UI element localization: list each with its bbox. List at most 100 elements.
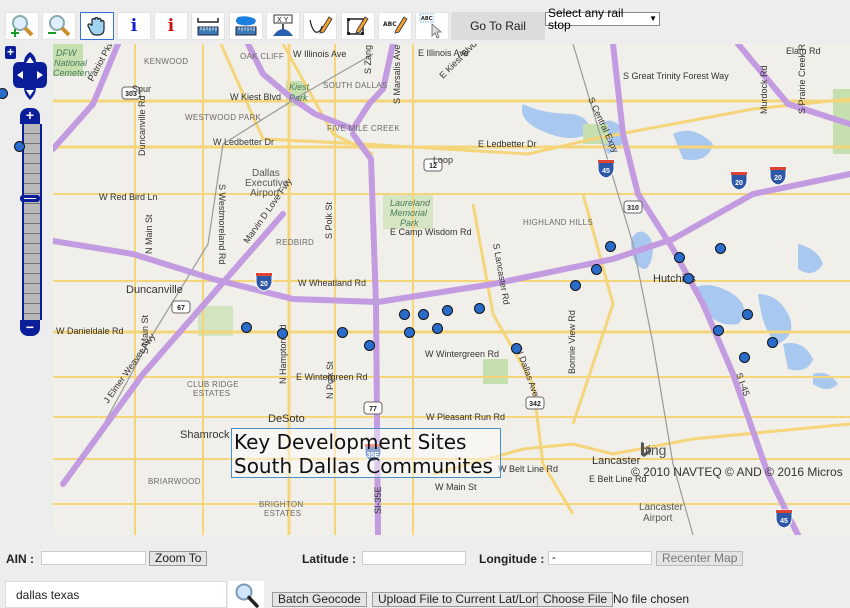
shield-number: 67 [177,305,185,312]
file-status-label: No file chosen [613,592,690,606]
pan-tool[interactable] [80,12,114,40]
batch-geocode-button[interactable]: Batch Geocode [272,592,367,607]
site-marker[interactable] [399,309,410,320]
zoom-to-button[interactable]: Zoom To [149,551,208,566]
shield-number: 45 [780,518,788,525]
street-label: Duncanville Rd [137,95,147,156]
go-to-rail-button[interactable]: Go To Rail [451,12,545,40]
identify-tool[interactable]: i [117,12,151,40]
map-canvas[interactable]: 303 12 310 67 77 342 45 20 20 20 35E 45 Patriot Pkw… [53,44,850,535]
map-label: Duncanville [126,284,183,296]
map-label: REDBIRD [276,238,315,247]
street-label: N Dallas Ave [514,346,541,398]
map-label: W Wintergreen Rd [425,349,500,359]
recenter-map-button[interactable]: Recenter Map [656,551,744,566]
map-label: HIGHLAND HILLS [523,218,593,227]
latitude-input[interactable] [362,551,466,565]
zoom-in-tool[interactable] [5,12,39,40]
site-marker[interactable] [474,303,485,314]
zoom-out-tool[interactable] [42,12,76,40]
upload-file-button[interactable]: Upload File to Current Lat/Lon [372,592,545,607]
zoom-slider-handle[interactable] [20,194,40,202]
site-marker[interactable] [713,325,724,336]
search-button[interactable] [228,581,264,608]
info-red-tool[interactable]: i [154,12,188,40]
map-label: Spur [132,84,152,94]
site-marker[interactable] [241,322,252,333]
map-label: W Red Bird Ln [99,192,158,202]
site-marker[interactable] [337,327,348,338]
street-label: S Westmoreland Rd [217,184,227,264]
street-label: S Lancaster Rd [491,243,512,306]
draw-line-tool[interactable] [303,12,337,40]
svg-text:ABC: ABC [421,16,433,22]
site-marker[interactable] [683,273,694,284]
map-label: Airport [643,513,673,524]
interstate-shield: 45 [597,159,615,179]
interstate-shield: 20 [769,166,787,186]
site-marker[interactable] [674,252,685,263]
site-marker[interactable] [742,309,753,320]
zoom-in-button[interactable]: + [20,108,40,124]
rail-stop-select-value: Select any rail stop [548,6,624,32]
site-marker[interactable] [605,241,616,252]
svg-text:X Y: X Y [277,16,289,24]
map-title-line-2: South Dallas Communites [234,454,493,478]
site-marker[interactable] [739,352,750,363]
route-shield: 77 [363,401,383,415]
site-marker[interactable] [511,343,522,354]
site-marker[interactable] [591,264,602,275]
street-label: N Main St [144,214,154,254]
street-label: S Polk St [324,201,334,239]
street-label: Murdock Rd [759,65,769,114]
site-marker[interactable] [570,280,581,291]
zoom-out-button[interactable]: − [20,320,40,336]
longitude-input[interactable] [548,551,652,565]
svg-text:ABC: ABC [383,21,397,28]
site-marker[interactable] [277,328,288,339]
measure-line-tool[interactable] [191,12,225,40]
select-text-tool[interactable]: ABC [415,12,449,40]
search-icon [235,583,259,608]
map-label: Airport [250,188,280,199]
chevron-down-icon: ▼ [649,14,657,23]
toolbar: i i X Y ABC ABC Go To Rail Select any ra… [0,0,850,44]
info-red-icon: i [167,16,175,36]
address-search-input[interactable] [5,581,227,608]
site-marker[interactable] [715,243,726,254]
pan-control-icon[interactable] [13,51,47,101]
site-marker[interactable] [364,340,375,351]
site-marker[interactable] [767,337,778,348]
site-marker-edge[interactable] [14,141,25,152]
draw-text-tool[interactable]: ABC [378,12,412,40]
hand-icon [87,16,105,36]
map-label: SOUTH DALLAS [323,81,388,90]
measure-area-tool[interactable] [229,12,263,40]
longitude-label: Longitude : [479,552,545,566]
map-label: E Camp Wisdom Rd [390,227,472,237]
street-label: SI-35E [373,486,383,514]
info-blue-icon: i [130,16,138,36]
xy-tool[interactable]: X Y [266,12,300,40]
draw-polygon-tool[interactable] [341,12,375,40]
map-label: W Main St [435,482,477,492]
map-label: ESTATES [264,509,302,518]
map-label: Laureland [390,198,431,208]
choose-file-button[interactable]: Choose File [537,592,614,607]
site-marker[interactable] [432,323,443,334]
site-marker[interactable] [442,305,453,316]
map-label: Kiest [289,82,310,92]
site-marker[interactable] [418,309,429,320]
map-title-line-1: Key Development Sites [234,430,467,454]
site-marker[interactable] [404,327,415,338]
zoom-scale-bar[interactable] [22,124,42,320]
ain-input[interactable] [41,551,146,565]
map-label: BRIGHTON [259,500,304,509]
site-marker-edge[interactable] [0,88,8,99]
text-select-cursor-icon: ABC [419,13,443,39]
route-shield: 342 [525,396,545,410]
magnifier-minus-icon [48,15,71,37]
map-label: E Illinois Ave [418,48,469,58]
rail-stop-select[interactable]: Select any rail stop ▼ [545,7,660,31]
route-shield: 67 [171,300,191,314]
